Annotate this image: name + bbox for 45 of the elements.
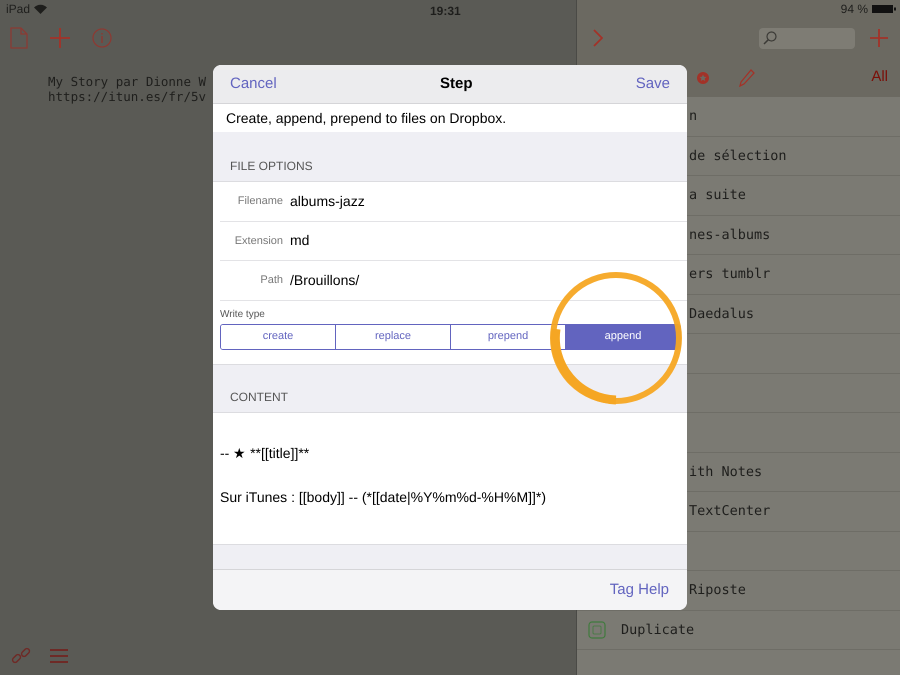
section-header: FILE OPTIONS <box>230 158 313 175</box>
plus-icon[interactable] <box>870 29 888 47</box>
content-text-line: -- ★ **[[title]]** <box>220 444 310 463</box>
cancel-button[interactable]: Cancel <box>230 72 277 96</box>
list-item-label[interactable]: TextCenter <box>689 501 770 522</box>
pencil-icon[interactable] <box>739 68 755 86</box>
text-field[interactable]: md <box>290 230 687 252</box>
menu-icon[interactable] <box>50 648 68 664</box>
wifi-icon <box>34 4 48 14</box>
content-text-area[interactable]: -- ★ **[[title]]** Sur iTunes : [[body]] -- (*[[date|%Y%m%d-%H%M]]*) <box>213 412 687 544</box>
list-item-label[interactable]: n <box>689 106 698 126</box>
editor-text-line: https://itun.es/fr/5v <box>48 89 206 104</box>
document-icon[interactable] <box>10 27 28 49</box>
section-header: CONTENT <box>230 388 288 406</box>
list-item-label[interactable]: Duplicate <box>621 620 694 640</box>
plus-icon[interactable] <box>50 28 70 48</box>
tag-help-button[interactable]: Tag Help <box>610 578 669 601</box>
list-item-label[interactable]: de sélection <box>689 146 787 166</box>
save-button[interactable]: Save <box>636 72 670 96</box>
device-name: iPad <box>6 1 30 18</box>
field-label: Extension <box>234 234 284 248</box>
status-time: 19:31 <box>430 3 461 20</box>
square-checkbox-icon[interactable] <box>588 620 606 639</box>
star-badge-icon[interactable] <box>697 72 709 84</box>
dialog-title: Step <box>440 74 472 94</box>
list-item-label[interactable]: ith Notes <box>689 462 762 482</box>
battery-percentage: 94 % <box>840 1 868 18</box>
list-item-label[interactable]: Daedalus <box>689 304 754 324</box>
text-field[interactable]: albums-jazz <box>290 190 687 212</box>
list-item-label[interactable]: Riposte <box>689 580 746 600</box>
content-text-line: Sur iTunes : [[body]] -- (*[[date|%Y%m%d-%H%M]]*) <box>220 488 546 507</box>
field-label: Path <box>259 273 284 288</box>
list-item-label[interactable]: nes-albums <box>689 224 770 245</box>
field-label: Filename <box>236 194 284 209</box>
list-item-label[interactable]: a suite <box>689 185 746 206</box>
info-icon[interactable] <box>92 28 112 48</box>
text-field[interactable]: /Brouillons/ <box>290 270 687 291</box>
search-field[interactable] <box>759 28 855 48</box>
step-description: Create, append, prepend to files on Dropbox. <box>226 108 506 128</box>
list-item-label[interactable]: ers tumblr <box>689 264 770 284</box>
chevron-right-icon[interactable] <box>593 29 603 47</box>
editor-text-line: My Story par Dionne W <box>48 74 206 89</box>
write-type-label: Write type <box>220 308 266 322</box>
search-icon <box>763 31 777 45</box>
battery-icon <box>872 4 896 14</box>
